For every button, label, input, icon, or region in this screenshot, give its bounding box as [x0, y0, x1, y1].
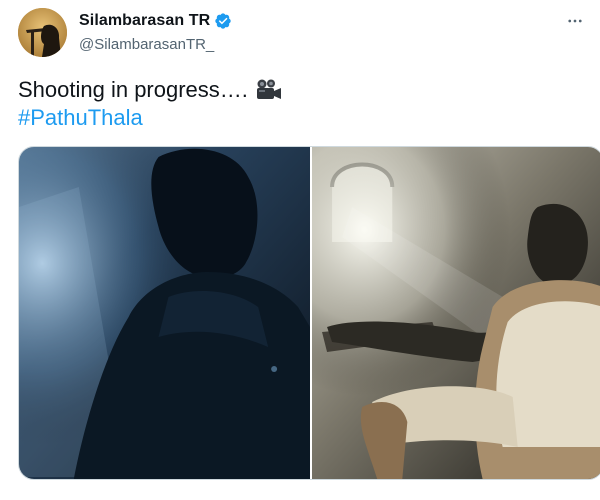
tweet-body: Shooting in progress….: [18, 77, 248, 102]
photo-silhouette[interactable]: [19, 147, 310, 479]
media-grid: [18, 146, 600, 480]
tweet-text-line: Shooting in progress….: [18, 76, 282, 104]
photo-armchair[interactable]: [312, 147, 600, 479]
hashtag-link[interactable]: #PathuThala: [18, 104, 143, 132]
verified-badge-icon: [214, 12, 232, 30]
author-name-row: Silambarasan TR: [79, 12, 232, 30]
tweet-hashtag-line: #PathuThala: [18, 104, 282, 132]
author-handle[interactable]: @SilambarasanTR_: [79, 36, 214, 53]
tweet-text: Shooting in progress…. #PathuThala: [18, 76, 282, 132]
movie-camera-icon: [254, 78, 282, 102]
avatar[interactable]: [18, 8, 67, 57]
more-options-icon[interactable]: [564, 10, 586, 32]
tweet-card: Silambarasan TR @SilambarasanTR_ Shootin…: [0, 0, 600, 500]
author-display-name[interactable]: Silambarasan TR: [79, 12, 210, 30]
